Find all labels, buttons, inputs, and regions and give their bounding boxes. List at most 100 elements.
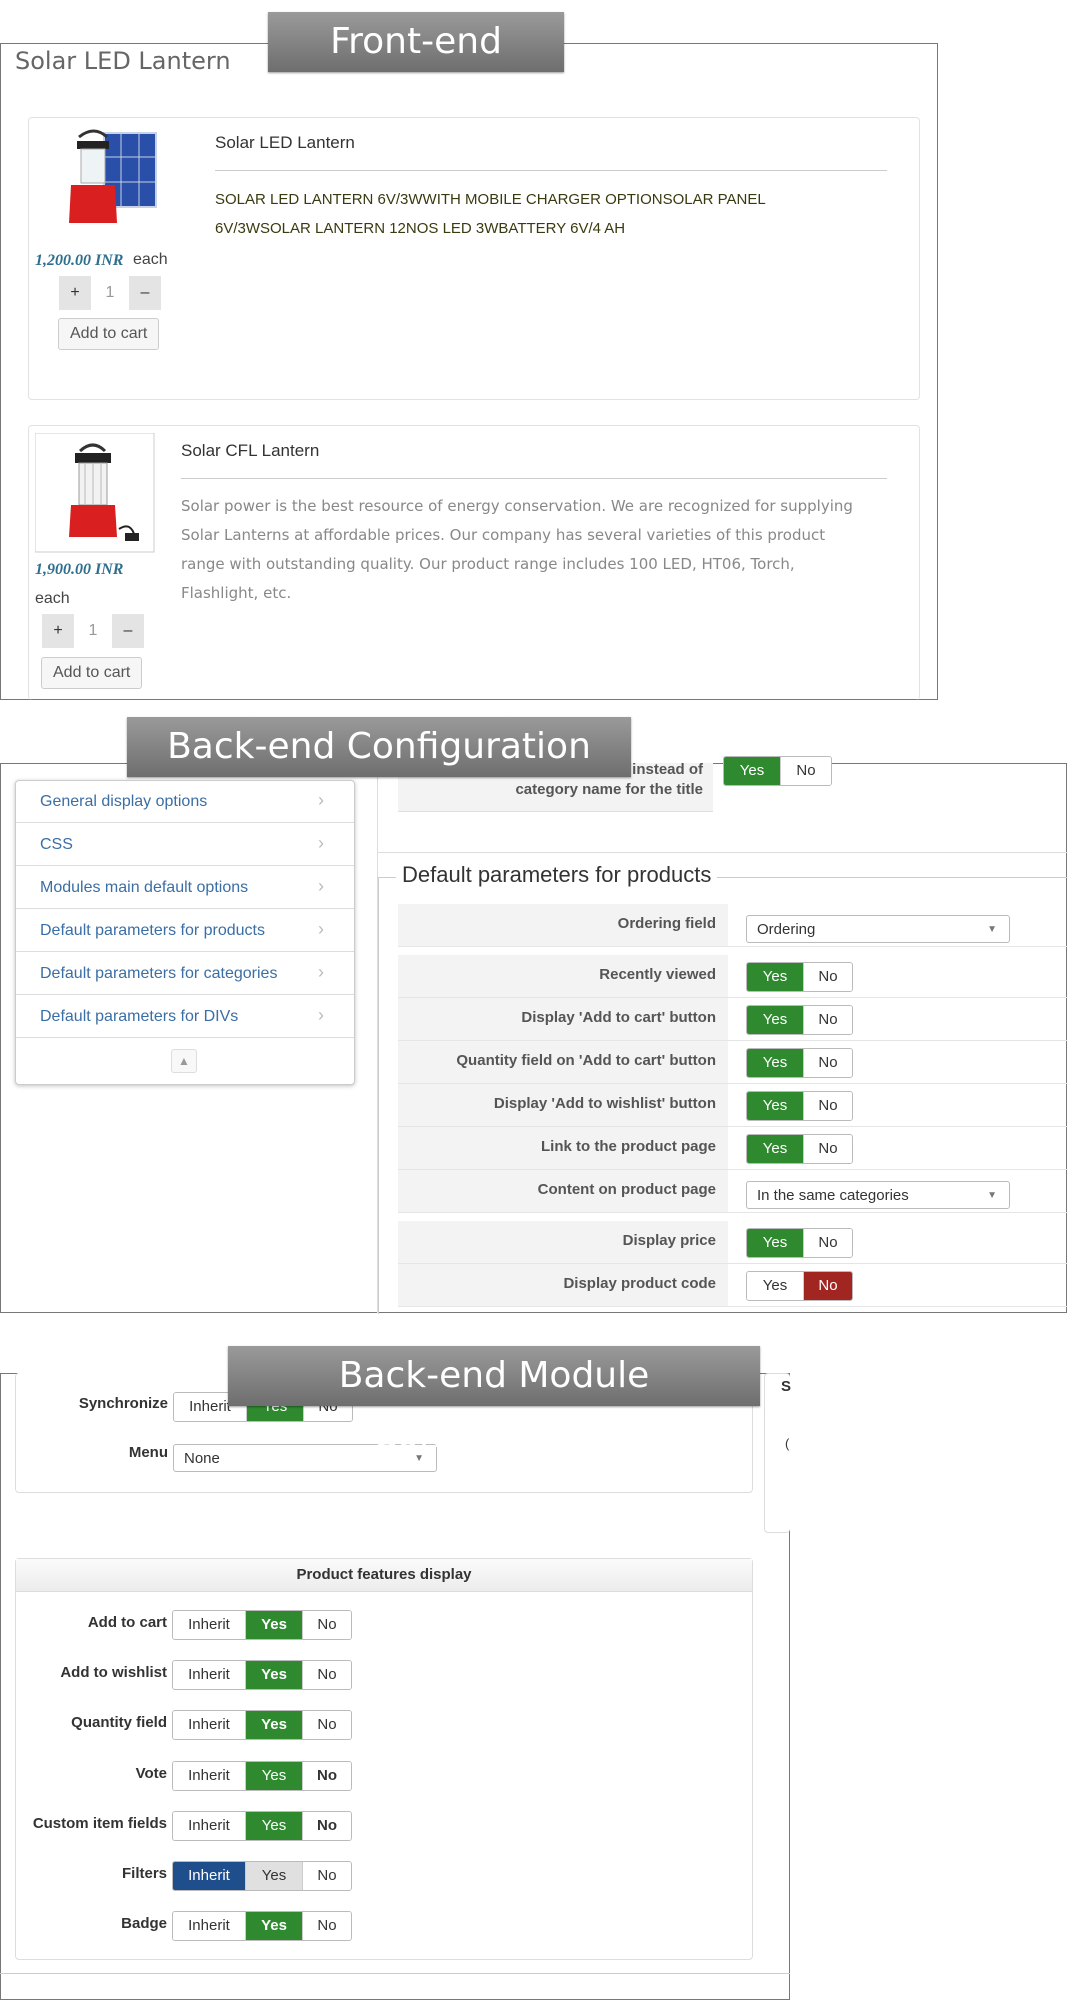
- ordering-field-select[interactable]: Ordering ▼: [746, 915, 1010, 943]
- recently-viewed-toggle[interactable]: Yes No: [746, 962, 853, 992]
- inherit-option[interactable]: Inherit: [173, 1912, 245, 1940]
- yes-option[interactable]: Yes: [724, 757, 780, 785]
- setting-row-content-product-page: Content on product page In the same cate…: [398, 1170, 1067, 1213]
- display-price-toggle[interactable]: Yes No: [746, 1228, 853, 1258]
- yes-option[interactable]: Yes: [747, 1135, 803, 1163]
- quantity-stepper: + 1 –: [42, 614, 144, 648]
- no-option[interactable]: No: [780, 757, 831, 785]
- setting-label: Display 'Add to cart' button: [521, 1009, 716, 1026]
- sidebar-item-products[interactable]: Default parameters for products ›: [16, 910, 354, 952]
- quantity-value[interactable]: 1: [91, 276, 129, 310]
- no-option[interactable]: No: [302, 1812, 351, 1840]
- setting-row-wishlist: Display 'Add to wishlist' button Yes No: [398, 1084, 1067, 1127]
- setting-row-display-price: Display price Yes No: [398, 1221, 1067, 1264]
- no-option[interactable]: No: [302, 1611, 351, 1639]
- setting-label: Content on product page: [537, 1181, 716, 1198]
- product-name[interactable]: Solar CFL Lantern: [181, 441, 319, 461]
- select-value: Ordering: [757, 921, 816, 938]
- feature-label: Filters: [121, 1865, 167, 1882]
- setting-row-quantity-field: Quantity field on 'Add to cart' button Y…: [398, 1041, 1067, 1084]
- yes-option[interactable]: Yes: [245, 1711, 302, 1739]
- no-option[interactable]: No: [803, 1006, 852, 1034]
- custom-item-fields-toggle[interactable]: Inherit Yes No: [172, 1811, 352, 1841]
- filters-toggle[interactable]: Inherit Yes No: [172, 1861, 352, 1891]
- no-option[interactable]: No: [803, 1229, 852, 1257]
- sidebar-item-label: Modules main default options: [40, 879, 249, 896]
- sidebar-item-categories[interactable]: Default parameters for categories ›: [16, 953, 354, 995]
- quantity-field-toggle[interactable]: Yes No: [746, 1048, 853, 1078]
- yes-option[interactable]: Yes: [747, 1092, 803, 1120]
- yes-option[interactable]: Yes: [747, 1006, 803, 1034]
- setting-label: Ordering field: [617, 915, 716, 932]
- quantity-field-toggle[interactable]: Inherit Yes No: [172, 1710, 352, 1740]
- page-title: Solar LED Lantern: [15, 47, 231, 75]
- solar-cfl-lantern-image[interactable]: [35, 433, 155, 553]
- product-name[interactable]: Solar LED Lantern: [215, 133, 355, 153]
- increase-button[interactable]: +: [59, 276, 91, 310]
- setting-label: Display price: [622, 1232, 716, 1249]
- setting-label: Display 'Add to wishlist' button: [493, 1095, 716, 1112]
- yes-option[interactable]: Yes: [245, 1762, 302, 1790]
- add-to-cart-toggle[interactable]: Yes No: [746, 1005, 853, 1035]
- feature-label: Add to wishlist: [60, 1664, 167, 1681]
- no-option[interactable]: No: [803, 963, 852, 991]
- feature-label: Badge: [121, 1915, 167, 1932]
- yes-option[interactable]: Yes: [747, 963, 803, 991]
- quantity-stepper: + 1 –: [59, 276, 161, 310]
- yes-option[interactable]: Yes: [245, 1661, 302, 1689]
- backend-banner: Back-end Configuration: [127, 717, 631, 777]
- price-unit: each: [35, 590, 70, 607]
- inherit-option[interactable]: Inherit: [173, 1611, 245, 1639]
- sidebar-item-divs[interactable]: Default parameters for DIVs ›: [16, 996, 354, 1038]
- content-product-page-select[interactable]: In the same categories ▼: [746, 1181, 1010, 1209]
- product-page-link-toggle[interactable]: Yes No: [746, 1134, 853, 1164]
- features-header: Product features display: [16, 1559, 752, 1592]
- add-to-wishlist-toggle[interactable]: Inherit Yes No: [172, 1660, 352, 1690]
- add-to-wishlist-toggle[interactable]: Yes No: [746, 1091, 853, 1121]
- decrease-button[interactable]: –: [112, 614, 144, 648]
- inherit-option[interactable]: Inherit: [173, 1711, 245, 1739]
- inherit-option[interactable]: Inherit: [173, 1762, 245, 1790]
- no-option[interactable]: No: [302, 1711, 351, 1739]
- yes-option[interactable]: Yes: [747, 1229, 803, 1257]
- no-option[interactable]: No: [302, 1862, 351, 1890]
- no-option[interactable]: No: [803, 1135, 852, 1163]
- no-option[interactable]: No: [302, 1762, 351, 1790]
- quantity-value[interactable]: 1: [74, 614, 112, 648]
- category-title-toggle[interactable]: Yes No: [723, 756, 832, 786]
- section-divider: [378, 852, 1067, 853]
- product-price: 1,900.00 INR: [35, 561, 124, 578]
- sidebar-item-modules[interactable]: Modules main default options ›: [16, 867, 354, 909]
- increase-button[interactable]: +: [42, 614, 74, 648]
- no-option[interactable]: No: [803, 1272, 852, 1300]
- no-option[interactable]: No: [302, 1912, 351, 1940]
- yes-option[interactable]: Yes: [245, 1862, 302, 1890]
- badge-toggle[interactable]: Inherit Yes No: [172, 1911, 352, 1941]
- sidebar-item-general-display[interactable]: General display options ›: [16, 781, 354, 823]
- inherit-option[interactable]: Inherit: [173, 1862, 245, 1890]
- yes-option[interactable]: Yes: [245, 1611, 302, 1639]
- add-to-cart-button[interactable]: Add to cart: [58, 318, 160, 350]
- collapse-up-icon[interactable]: ▲: [171, 1049, 197, 1073]
- divider: [0, 1973, 790, 1974]
- inherit-option[interactable]: Inherit: [173, 1661, 245, 1689]
- product-code-toggle[interactable]: Yes No: [746, 1271, 853, 1301]
- sidebar-item-css[interactable]: CSS ›: [16, 824, 354, 866]
- yes-option[interactable]: Yes: [747, 1049, 803, 1077]
- yes-option[interactable]: Yes: [245, 1912, 302, 1940]
- add-to-cart-toggle[interactable]: Inherit Yes No: [172, 1610, 352, 1640]
- add-to-cart-button[interactable]: Add to cart: [41, 657, 143, 689]
- config-sidebar: General display options › CSS › Modules ma…: [15, 780, 355, 1085]
- vote-toggle[interactable]: Inherit Yes No: [172, 1761, 352, 1791]
- yes-option[interactable]: Yes: [747, 1272, 803, 1300]
- chevron-right-icon: ›: [318, 1005, 324, 1025]
- frontend-banner: Front-end: [268, 12, 564, 72]
- description-line: range with outstanding quality. Our prod…: [181, 555, 795, 573]
- yes-option[interactable]: Yes: [245, 1812, 302, 1840]
- no-option[interactable]: No: [803, 1049, 852, 1077]
- solar-led-lantern-image[interactable]: [59, 127, 159, 237]
- no-option[interactable]: No: [803, 1092, 852, 1120]
- inherit-option[interactable]: Inherit: [173, 1812, 245, 1840]
- no-option[interactable]: No: [302, 1661, 351, 1689]
- decrease-button[interactable]: –: [129, 276, 161, 310]
